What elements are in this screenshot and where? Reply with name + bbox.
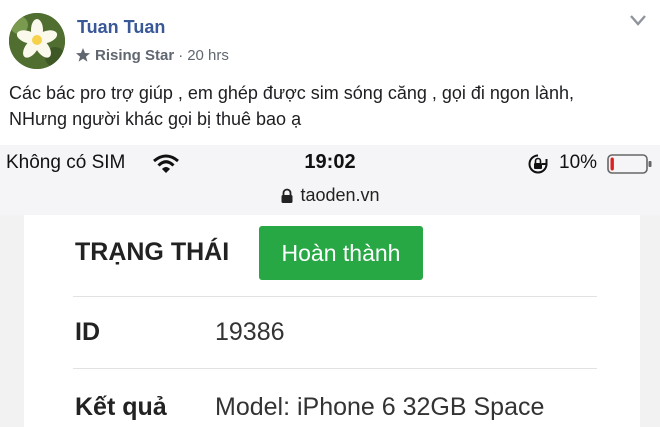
result-value: Model: iPhone 6 32GB Space xyxy=(215,393,545,421)
divider xyxy=(73,368,597,369)
rotation-lock-icon xyxy=(528,154,548,174)
chevron-down-icon[interactable] xyxy=(630,14,646,26)
address-bar[interactable]: taoden.vn xyxy=(0,185,660,206)
meta-separator: · xyxy=(178,46,184,64)
post-body: Các bác pro trợ giúp , em ghép được sim … xyxy=(9,80,649,132)
id-value: 19386 xyxy=(215,318,285,346)
post-timestamp[interactable]: 20 hrs xyxy=(187,47,229,64)
battery-icon xyxy=(607,154,652,174)
phone-status-bar: Không có SIM 19:02 10% taoden.vn xyxy=(0,145,660,215)
id-label: ID xyxy=(75,318,100,346)
post-text-line: NHưng người khác gọi bị thuê bao ạ xyxy=(9,109,302,129)
author-name[interactable]: Tuan Tuan xyxy=(77,17,165,38)
url-text: taoden.vn xyxy=(300,185,380,205)
result-label: Kết quả xyxy=(75,393,167,421)
attached-screenshot[interactable]: Không có SIM 19:02 10% taoden.vn xyxy=(0,145,660,427)
avatar[interactable] xyxy=(9,13,65,69)
star-icon xyxy=(76,48,90,62)
post-meta: Rising Star · 20 hrs xyxy=(75,45,229,65)
avatar-flower-image xyxy=(9,13,65,69)
rising-star-badge[interactable]: Rising Star xyxy=(95,47,174,64)
divider xyxy=(73,296,597,297)
status-label: TRẠNG THÁI xyxy=(75,238,230,266)
post-text-line: Các bác pro trợ giúp , em ghép được sim … xyxy=(9,83,574,103)
status-badge[interactable]: Hoàn thành xyxy=(259,226,423,280)
lock-icon xyxy=(281,188,293,203)
battery-percentage: 10% xyxy=(559,152,598,173)
